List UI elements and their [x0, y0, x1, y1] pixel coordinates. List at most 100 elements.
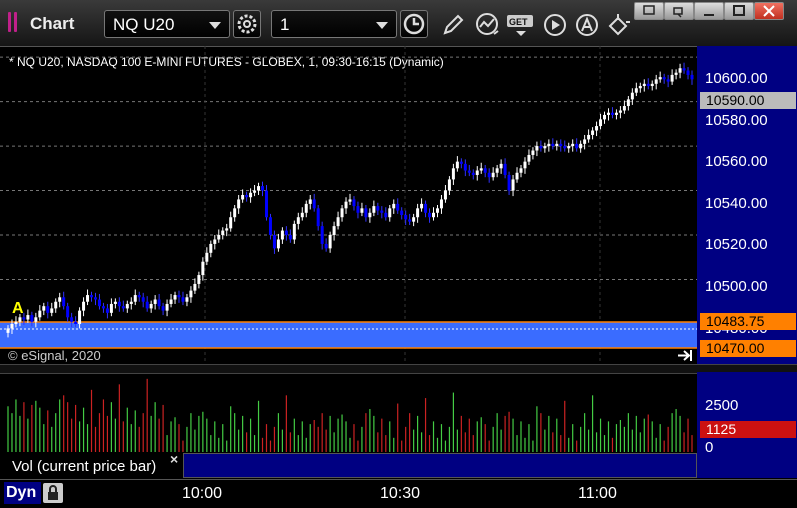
time-axis[interactable]: Dyn 10:00 10:30 11:00: [0, 479, 797, 508]
time-label: 10:30: [380, 485, 421, 502]
chevron-down-icon[interactable]: [209, 22, 221, 29]
candle-body: [535, 146, 539, 151]
lock-icon: [48, 485, 58, 500]
candle-body: [268, 217, 272, 236]
candle-body: [539, 146, 543, 149]
pin-icon: [643, 5, 655, 15]
candle-body: [328, 235, 332, 249]
candle-body: [324, 243, 328, 249]
candle-body: [300, 212, 304, 218]
candle-body: [169, 299, 173, 304]
restore-icon: [673, 7, 683, 18]
candle-body: [547, 143, 551, 147]
candle-body: [380, 210, 384, 213]
candle-body: [280, 230, 284, 240]
get-data-icon[interactable]: GET: [506, 12, 536, 38]
scroll-to-end-icon[interactable]: [676, 349, 694, 362]
candle-body: [642, 83, 646, 87]
price-chart[interactable]: A: [0, 46, 697, 364]
candle-body: [58, 297, 62, 302]
candle-body: [420, 203, 424, 209]
candle-body: [479, 168, 483, 171]
minimize-button[interactable]: [694, 2, 724, 20]
close-study-icon[interactable]: ×: [170, 451, 178, 467]
candle-body: [567, 146, 571, 149]
candle-body: [213, 239, 217, 244]
candle-body: [113, 301, 117, 304]
candle-body: [161, 306, 165, 311]
candle-body: [304, 203, 308, 213]
candle-body: [78, 310, 82, 324]
symbol-combo[interactable]: NQ U20: [104, 10, 230, 38]
play-icon[interactable]: [542, 12, 568, 38]
candle-body: [487, 172, 491, 178]
candle-body: [523, 161, 527, 169]
candle-body: [149, 303, 153, 309]
upper-level-tag: 10483.75: [700, 313, 796, 330]
candle-body: [332, 226, 336, 236]
candle-body: [54, 301, 58, 309]
candle-body: [312, 199, 316, 209]
price-label: 10500.00: [705, 278, 768, 295]
maximize-button[interactable]: [724, 2, 754, 20]
pin-button[interactable]: [634, 2, 664, 20]
candle-body: [396, 203, 400, 211]
candle-body: [459, 161, 463, 164]
time-label: 10:00: [182, 485, 223, 502]
marker-label: A: [12, 300, 24, 317]
candle-body: [241, 194, 245, 200]
copyright-text: © eSignal, 2020: [8, 348, 101, 363]
candle-body: [284, 230, 288, 236]
time-label: 11:00: [578, 485, 617, 502]
clock-icon: [403, 13, 425, 35]
candle-body: [276, 239, 280, 249]
window-grip[interactable]: [8, 12, 11, 32]
close-button[interactable]: [754, 2, 784, 20]
pencil-icon[interactable]: [440, 12, 466, 38]
candle-body: [571, 143, 575, 147]
candle-body: [400, 210, 404, 216]
candle-body: [10, 323, 14, 329]
link-icon[interactable]: [606, 12, 632, 38]
window-grip[interactable]: [14, 12, 17, 32]
candle-body: [575, 143, 579, 149]
interval-combo[interactable]: 1: [271, 10, 397, 38]
candle-body: [97, 299, 101, 307]
candle-body: [638, 86, 642, 89]
dynamic-mode-button[interactable]: Dyn: [4, 482, 41, 504]
level-zone: [0, 322, 697, 348]
volume-chart[interactable]: [0, 372, 697, 452]
candle-body: [416, 208, 420, 218]
volume-strip: [183, 453, 697, 478]
candle-body: [559, 143, 563, 147]
volume-study-label[interactable]: Vol (current price bar): [6, 455, 183, 478]
candle-body: [404, 215, 408, 220]
candle-body: [121, 306, 125, 309]
price-label: 10520.00: [705, 236, 768, 253]
candle-body: [606, 112, 610, 115]
candle-body: [153, 299, 157, 304]
candle-body: [316, 208, 320, 227]
candle-body: [272, 235, 276, 249]
candle-body: [308, 199, 312, 204]
symbol-settings-button[interactable]: [233, 10, 261, 38]
restore-button[interactable]: [664, 2, 694, 20]
candle-body: [288, 235, 292, 240]
candle-body: [225, 228, 229, 231]
candle-body: [503, 163, 507, 175]
candle-body: [690, 74, 694, 80]
candle-body: [531, 150, 535, 155]
alert-icon[interactable]: [574, 12, 600, 38]
candle-body: [70, 317, 74, 322]
chevron-down-icon[interactable]: [376, 22, 388, 29]
candle-body: [650, 83, 654, 87]
candle-body: [447, 179, 451, 191]
candle-body: [388, 208, 392, 218]
interval-clock-button[interactable]: [400, 10, 428, 38]
candle-body: [177, 295, 181, 298]
candle-body: [634, 88, 638, 93]
lock-button[interactable]: [43, 483, 63, 503]
study-icon[interactable]: [474, 12, 502, 38]
candle-body: [654, 79, 658, 84]
candle-body: [579, 143, 583, 149]
